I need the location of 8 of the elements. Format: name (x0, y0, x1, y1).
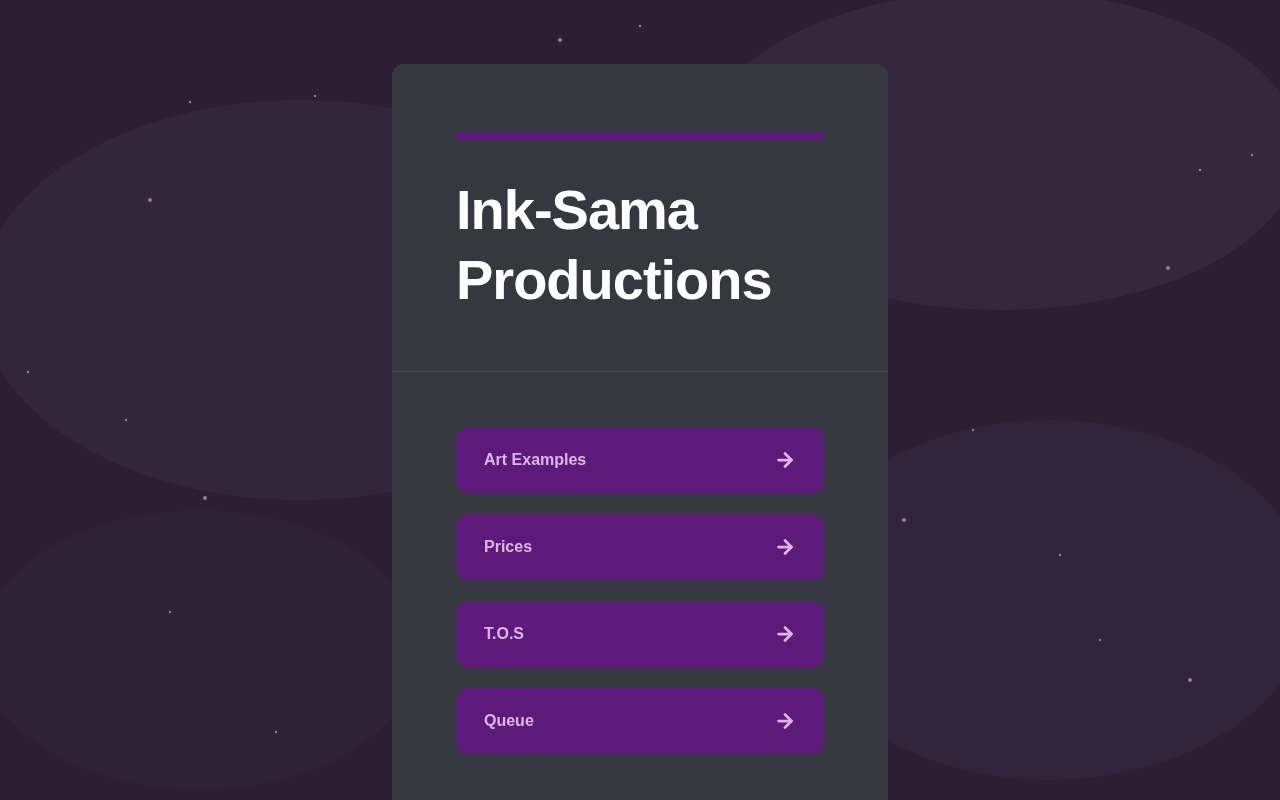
nav-link-button[interactable]: Queue (456, 688, 824, 754)
nav-link-button[interactable]: T.O.S (456, 601, 824, 667)
arrow-right-icon (774, 536, 796, 558)
site-title: Ink-Sama Productions (456, 177, 773, 313)
arrow-right-icon (774, 623, 796, 645)
arrow-right-icon (774, 710, 796, 732)
nav-link-button[interactable]: Prices (456, 514, 824, 580)
nav-link-button[interactable]: Art Examples (456, 427, 824, 493)
